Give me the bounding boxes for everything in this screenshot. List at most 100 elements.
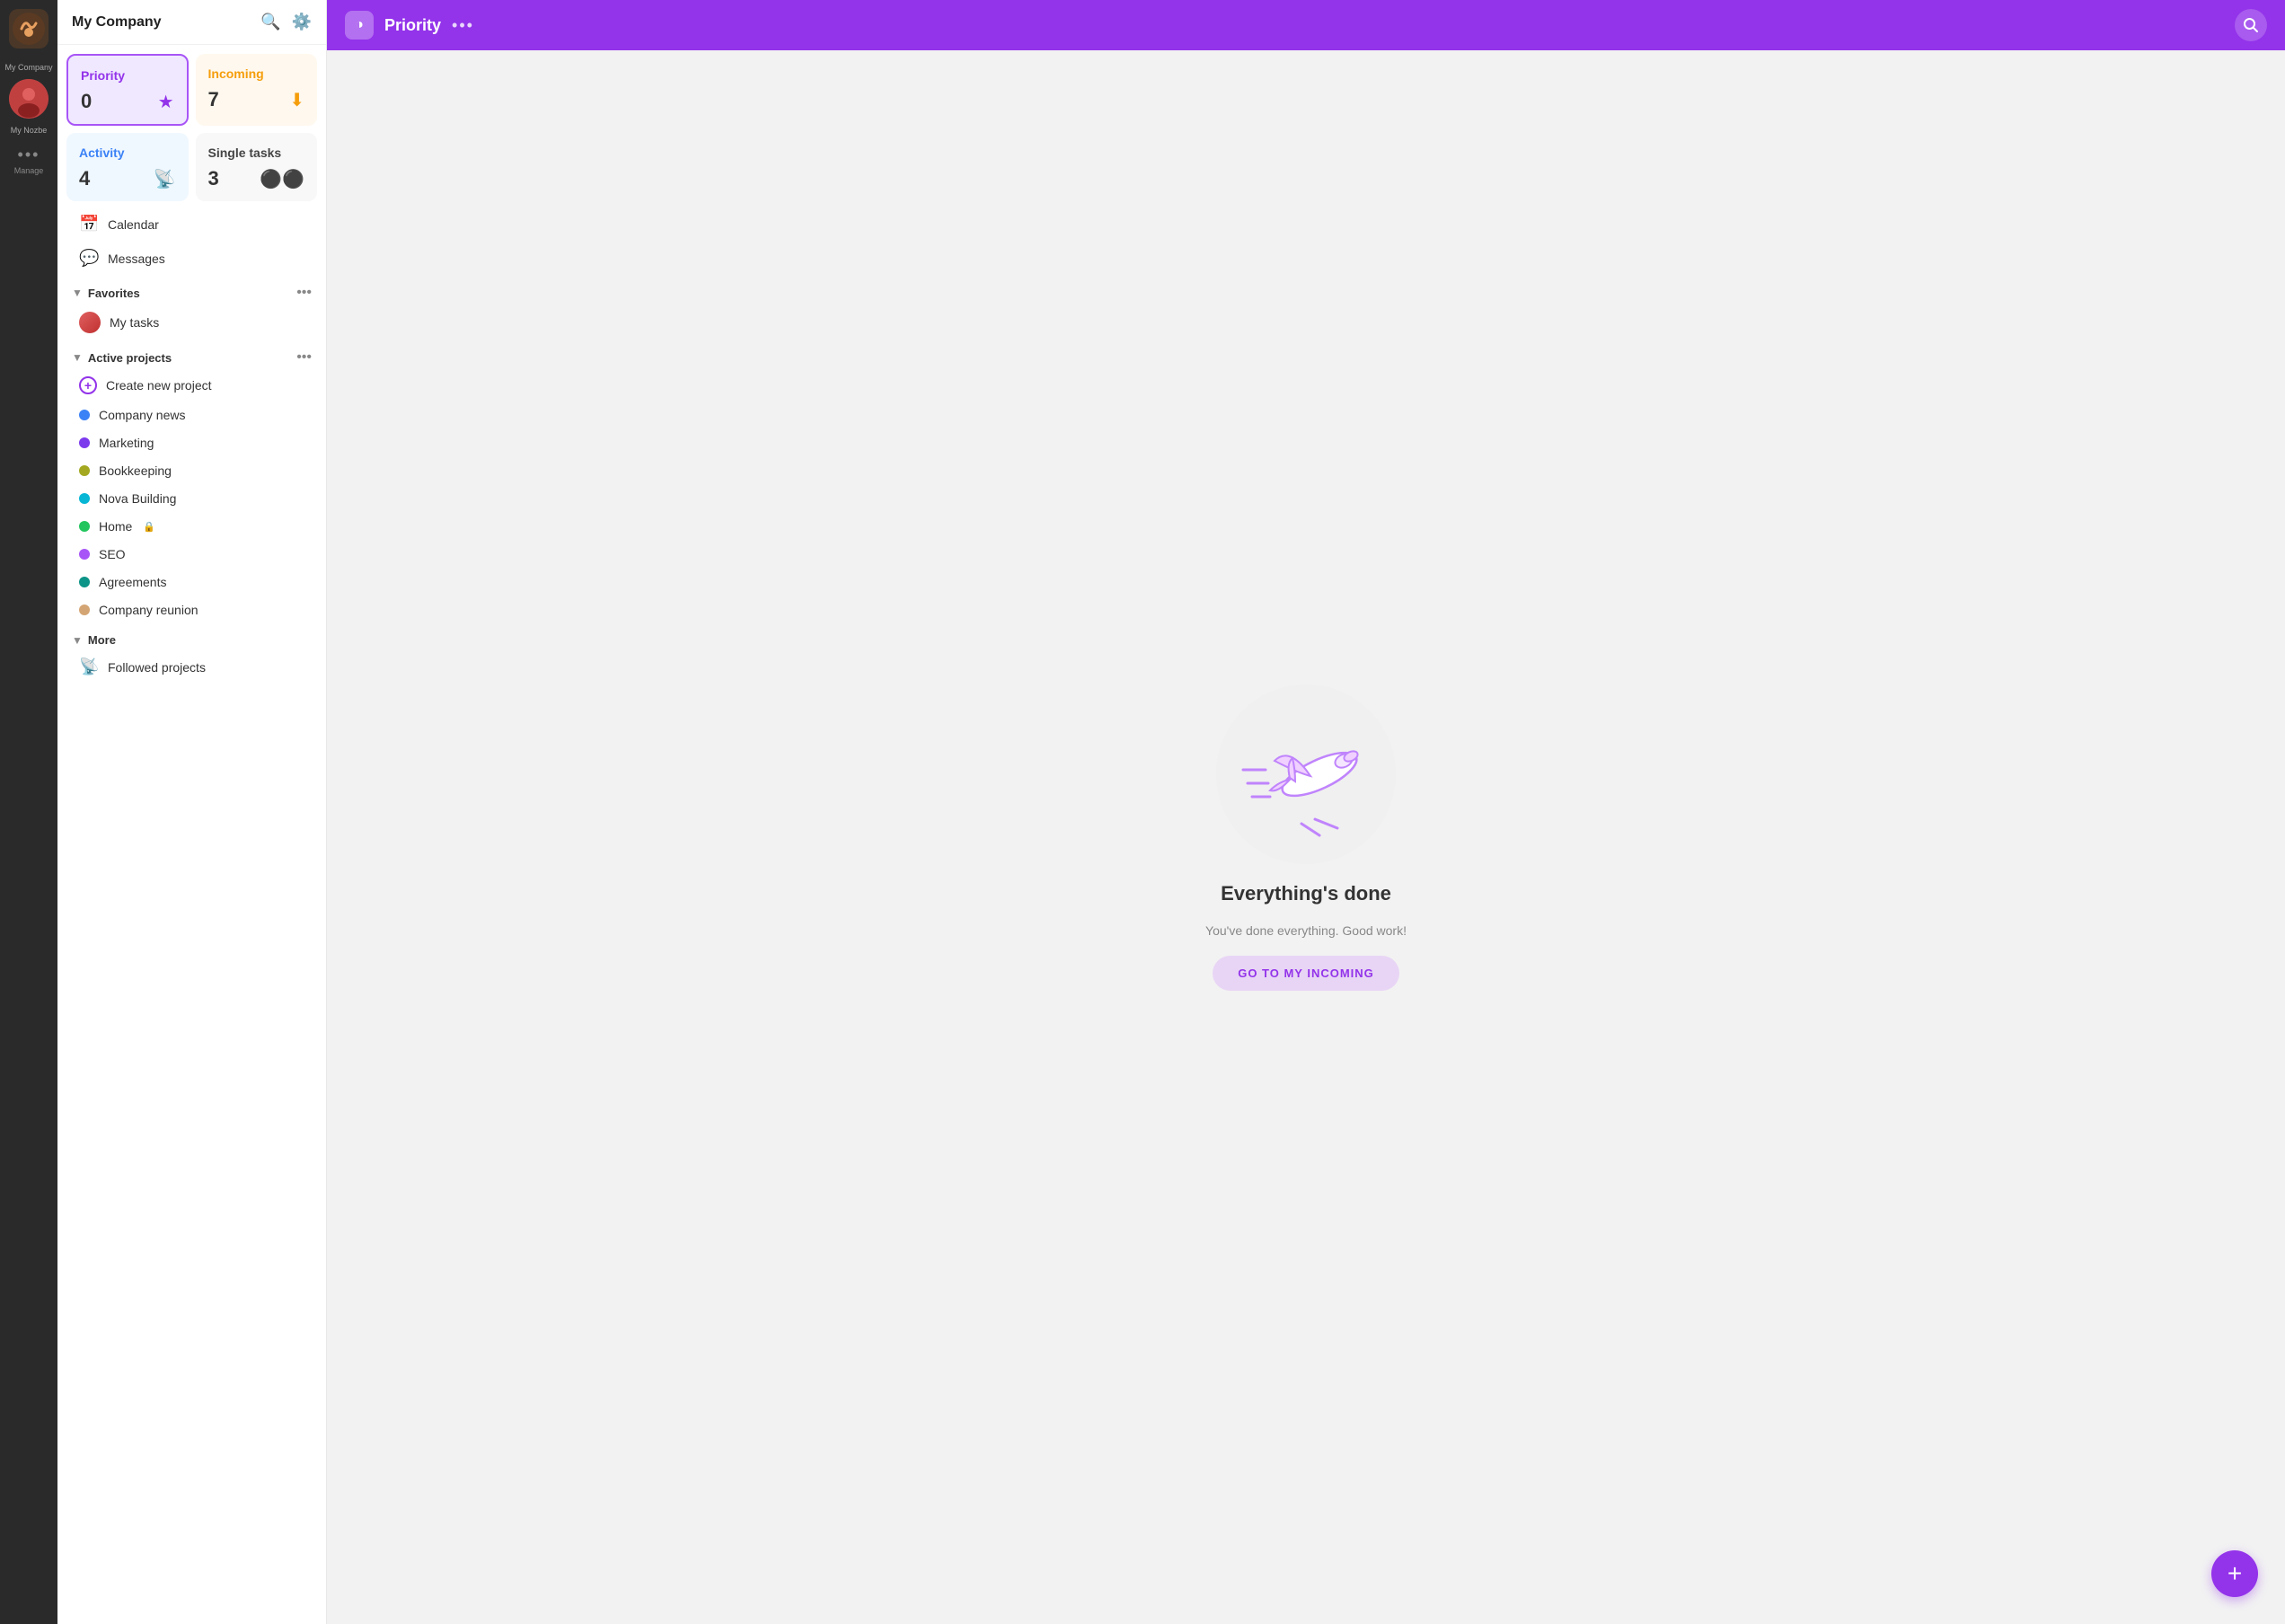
done-title: Everything's done xyxy=(1221,882,1391,905)
my-tasks-item[interactable]: My tasks xyxy=(65,305,319,340)
project-color-dot xyxy=(79,521,90,532)
activity-card-bottom: 4 📡 xyxy=(79,167,176,190)
topbar-search-button[interactable] xyxy=(2235,9,2267,41)
manage-button[interactable]: ••• Manage xyxy=(14,146,44,175)
settings-icon[interactable]: ⚙️ xyxy=(292,13,312,31)
followed-feed-icon: 📡 xyxy=(79,658,99,676)
project-item[interactable]: Nova Building xyxy=(65,485,319,512)
project-item[interactable]: SEO xyxy=(65,541,319,568)
single-tasks-card-title: Single tasks xyxy=(208,146,305,160)
company-name-label: My Company xyxy=(4,63,52,72)
project-name-label: SEO xyxy=(99,547,126,561)
priority-card-bottom: 0 ★ xyxy=(81,90,174,113)
priority-card-title: Priority xyxy=(81,68,174,83)
topbar-title: Priority xyxy=(384,16,441,35)
active-projects-section-title: Active projects xyxy=(88,351,172,365)
project-name-label: Nova Building xyxy=(99,491,176,506)
company-logo[interactable] xyxy=(9,9,49,49)
project-lock-icon: 🔒 xyxy=(143,521,155,533)
search-icon[interactable]: 🔍 xyxy=(260,13,280,31)
my-tasks-avatar xyxy=(79,312,101,333)
incoming-card-count: 7 xyxy=(208,88,219,111)
more-section-header[interactable]: ▼ More xyxy=(57,624,326,650)
more-section-left: ▼ More xyxy=(72,633,116,647)
create-project-plus-icon: + xyxy=(79,376,97,394)
sidebar-header-actions: 🔍 ⚙️ xyxy=(260,13,312,31)
projects-list: Company news Marketing Bookkeeping Nova Bui… xyxy=(57,402,326,623)
user-avatar[interactable] xyxy=(9,79,49,119)
more-section-title: More xyxy=(88,633,116,647)
empty-state: Everything's done You've done everything… xyxy=(327,50,2285,1624)
my-tasks-label: My tasks xyxy=(110,315,159,330)
messages-nav-item[interactable]: 💬 Messages xyxy=(65,242,319,275)
project-color-dot xyxy=(79,410,90,420)
favorites-section-title: Favorites xyxy=(88,287,140,300)
cards-grid: Priority 0 ★ Incoming 7 ⬇ Activity 4 📡 xyxy=(57,45,326,207)
project-name-label: Marketing xyxy=(99,436,154,450)
done-subtitle: You've done everything. Good work! xyxy=(1205,923,1407,938)
incoming-card[interactable]: Incoming 7 ⬇ xyxy=(196,54,318,126)
project-color-dot xyxy=(79,493,90,504)
activity-feed-icon: 📡 xyxy=(154,168,176,190)
calendar-icon: 📅 xyxy=(79,215,99,234)
followed-projects-item[interactable]: 📡 Followed projects xyxy=(65,651,319,683)
active-projects-section-header[interactable]: ▼ Active projects ••• xyxy=(57,340,326,369)
sidebar-title: My Company xyxy=(72,14,162,31)
activity-card[interactable]: Activity 4 📡 xyxy=(66,133,189,201)
favorites-chevron-icon: ▼ xyxy=(72,287,83,299)
single-tasks-card[interactable]: Single tasks 3 ⚫⚫ xyxy=(196,133,318,201)
priority-card[interactable]: Priority 0 ★ xyxy=(66,54,189,126)
fab-add-button[interactable]: + xyxy=(2211,1550,2258,1597)
active-projects-chevron-icon: ▼ xyxy=(72,351,83,364)
go-to-incoming-button[interactable]: GO TO MY INCOMING xyxy=(1213,956,1399,991)
activity-card-title: Activity xyxy=(79,146,176,160)
project-name-label: Company reunion xyxy=(99,603,199,617)
incoming-card-title: Incoming xyxy=(208,66,305,81)
project-color-dot xyxy=(79,437,90,448)
topbar: ◑ Priority ••• xyxy=(327,0,2285,50)
calendar-nav-item[interactable]: 📅 Calendar xyxy=(65,207,319,241)
single-tasks-card-bottom: 3 ⚫⚫ xyxy=(208,167,305,190)
project-item[interactable]: Agreements xyxy=(65,569,319,596)
messages-icon: 💬 xyxy=(79,249,99,268)
favorites-section-header[interactable]: ▼ Favorites ••• xyxy=(57,276,326,304)
icon-bar: My Company My Nozbe ••• Manage xyxy=(0,0,57,1624)
project-item[interactable]: Marketing xyxy=(65,429,319,456)
topbar-logo: ◑ xyxy=(345,11,374,40)
project-item[interactable]: Company news xyxy=(65,402,319,428)
single-tasks-dots-icon: ⚫⚫ xyxy=(260,168,304,190)
favorites-section-left: ▼ Favorites xyxy=(72,287,140,300)
create-new-project-label: Create new project xyxy=(106,378,212,393)
activity-card-count: 4 xyxy=(79,167,90,190)
manage-label: Manage xyxy=(14,166,44,175)
main-content: ◑ Priority ••• xyxy=(327,0,2285,1624)
sidebar: My Company 🔍 ⚙️ Priority 0 ★ Incoming 7 … xyxy=(57,0,327,1624)
create-new-project-item[interactable]: + Create new project xyxy=(65,370,319,401)
favorites-more-icon[interactable]: ••• xyxy=(296,285,312,301)
project-color-dot xyxy=(79,577,90,587)
project-name-label: Agreements xyxy=(99,575,166,589)
sidebar-header: My Company 🔍 ⚙️ xyxy=(57,0,326,45)
followed-projects-label: Followed projects xyxy=(108,660,206,675)
project-item[interactable]: Bookkeeping xyxy=(65,457,319,484)
plane-illustration xyxy=(1216,684,1396,864)
project-item[interactable]: Company reunion xyxy=(65,596,319,623)
project-color-dot xyxy=(79,605,90,615)
user-nozbe-label: My Nozbe xyxy=(11,126,48,135)
active-projects-more-icon[interactable]: ••• xyxy=(296,349,312,366)
manage-dots-icon: ••• xyxy=(18,146,40,164)
sidebar-content: Priority 0 ★ Incoming 7 ⬇ Activity 4 📡 xyxy=(57,45,326,1624)
project-name-label: Home xyxy=(99,519,132,534)
topbar-logo-icon: ◑ xyxy=(355,17,364,33)
topbar-left: ◑ Priority ••• xyxy=(345,11,474,40)
priority-star-icon: ★ xyxy=(158,91,174,113)
project-color-dot xyxy=(79,465,90,476)
project-name-label: Bookkeeping xyxy=(99,463,172,478)
project-color-dot xyxy=(79,549,90,560)
project-item[interactable]: Home 🔒 xyxy=(65,513,319,540)
topbar-more-icon[interactable]: ••• xyxy=(452,16,474,35)
more-chevron-icon: ▼ xyxy=(72,634,83,647)
calendar-label: Calendar xyxy=(108,217,159,232)
priority-card-count: 0 xyxy=(81,90,92,113)
messages-label: Messages xyxy=(108,252,165,266)
